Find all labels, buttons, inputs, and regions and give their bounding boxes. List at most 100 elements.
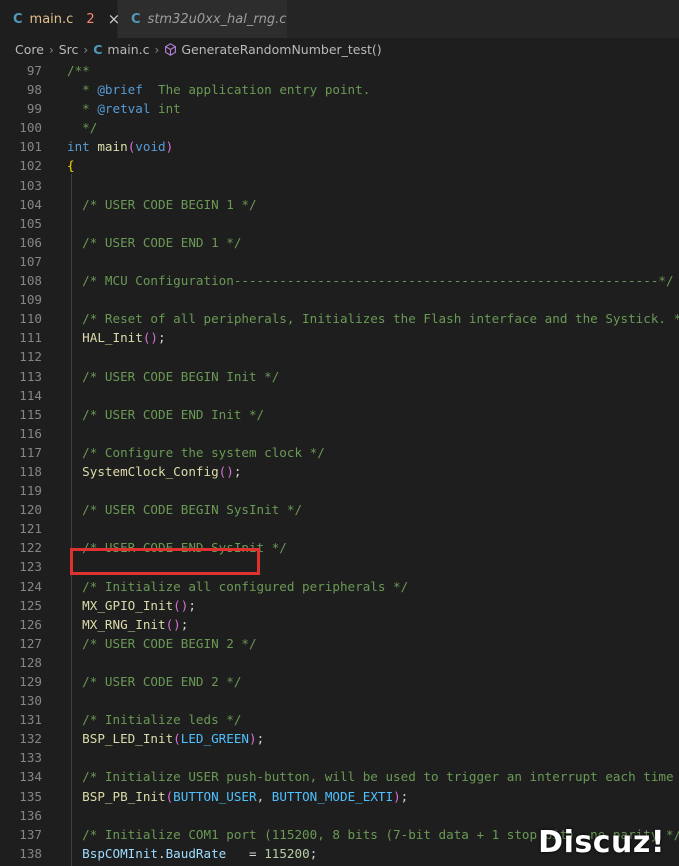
code-line[interactable]: 110 /* Reset of all peripherals, Initial… [0,309,679,328]
code-line[interactable]: 127 /* USER CODE BEGIN 2 */ [0,634,679,653]
line-number: 111 [19,330,42,346]
code-line[interactable]: 109 [0,290,679,309]
code-line[interactable]: 112 [0,347,679,366]
code-text: /* Initialize leds */ [67,710,241,729]
code-line[interactable]: 130 [0,691,679,710]
code-line[interactable]: 101 int main(void) [0,137,679,156]
code-line[interactable]: 111 HAL_Init(); [0,328,679,347]
breadcrumb-item-main-c[interactable]: main.c [107,42,149,57]
code-token: /* USER CODE END Init */ [82,406,265,422]
code-line[interactable]: 118 SystemClock_Config(); [0,462,679,481]
code-text: /* MCU Configuration--------------------… [67,271,673,290]
code-line[interactable]: 135 BSP_PB_Init(BUTTON_USER, BUTTON_MODE… [0,787,679,806]
line-number: 121 [19,521,42,537]
code-line[interactable]: 117 /* Configure the system clock */ [0,443,679,462]
code-line[interactable]: 131 /* Initialize leds */ [0,710,679,729]
code-line[interactable]: 133 [0,748,679,767]
code-token: /* Initialize leds */ [82,712,242,728]
code-line[interactable]: 114 [0,386,679,405]
code-line[interactable]: 119 [0,481,679,500]
code-line[interactable]: 104 /* USER CODE BEGIN 1 */ [0,195,679,214]
breadcrumb-item-core[interactable]: Core [15,42,44,57]
code-line[interactable]: 120 /* USER CODE BEGIN SysInit */ [0,500,679,519]
code-line[interactable]: 124 /* Initialize all configured periphe… [0,577,679,596]
code-token: BaudRate [165,845,227,861]
line-number: 133 [19,750,42,766]
code-line[interactable]: 115 /* USER CODE END Init */ [0,405,679,424]
code-line[interactable]: 125 MX_GPIO_Init(); [0,596,679,615]
code-line[interactable]: 98 * @brief The application entry point. [0,80,679,99]
line-number: 137 [19,826,42,842]
code-line[interactable]: 116 [0,424,679,443]
code-text: /* USER CODE END 1 */ [67,233,241,252]
code-token: ) [249,731,257,747]
chevron-right-icon: › [154,42,160,57]
line-number: 129 [19,674,42,689]
code-text: /* USER CODE BEGIN Init */ [67,367,279,386]
code-editor[interactable]: 97 /** 98 * @brief The application entry p… [0,61,679,866]
code-token: /* Initialize USER push-button, will be … [82,769,674,785]
code-token: ; [256,731,265,747]
line-number: 138 [19,845,42,861]
c-file-icon: C [93,42,103,57]
breadcrumb-item-function[interactable]: GenerateRandomNumber_test() [181,42,381,57]
code-line[interactable]: 113 /* USER CODE BEGIN Init */ [0,367,679,386]
line-number: 115 [19,406,42,422]
code-line[interactable]: 123 [0,557,679,576]
code-text: /** [67,61,90,80]
code-line[interactable]: 100 */ [0,118,679,137]
code-line[interactable]: 129 /* USER CODE END 2 */ [0,672,679,691]
code-text: BspCOMInit.BaudRate = 115200; [67,844,317,863]
code-token: /* USER CODE BEGIN SysInit */ [82,502,303,518]
code-token: { [67,158,75,174]
line-number: 136 [19,807,42,823]
code-line[interactable]: 108 /* MCU Configuration----------------… [0,271,679,290]
code-token: . [158,845,166,861]
code-text: SystemClock_Config(); [67,462,241,481]
code-line[interactable]: 99 * @retval int [0,99,679,118]
code-token: main [97,139,128,155]
line-number: 118 [19,463,42,479]
code-token: ( [173,731,181,747]
tab-main-c[interactable]: C main.c 2 × [0,0,120,38]
code-token: ; [158,330,166,346]
line-number: 123 [19,559,42,575]
code-line[interactable]: 122 /* USER CODE END SysInit */ [0,538,679,557]
line-number: 97 [26,63,42,78]
code-line[interactable]: 102 { [0,156,679,175]
code-line[interactable]: 136 [0,806,679,825]
code-line[interactable]: 106 /* USER CODE END 1 */ [0,233,679,252]
code-line[interactable]: 107 [0,252,679,271]
problems-count-badge: 2 [86,11,95,27]
line-number: 135 [19,788,42,804]
code-line[interactable]: 97 /** [0,61,679,80]
code-line[interactable]: 103 [0,176,679,195]
function-cube-icon [164,43,177,56]
code-line[interactable]: 105 [0,214,679,233]
code-line[interactable]: 132 BSP_LED_Init(LED_GREEN); [0,729,679,748]
line-number: 134 [19,769,42,785]
code-token: = [226,845,265,861]
line-number: 122 [19,540,42,556]
code-line[interactable]: 126 MX_RNG_Init(); [0,615,679,634]
code-line[interactable]: 134 /* Initialize USER push-button, will… [0,767,679,786]
line-number: 99 [26,101,42,117]
code-line[interactable]: 128 [0,653,679,672]
line-number: 126 [19,616,42,632]
tab-stm32u0xx-hal-rng-c[interactable]: C stm32u0xx_hal_rng.c [118,0,288,38]
code-token: int [67,139,90,155]
code-token: /* USER CODE END 1 */ [82,234,242,250]
code-line[interactable]: 121 [0,519,679,538]
breadcrumb-item-src[interactable]: Src [59,42,79,57]
code-token: */ [67,120,98,136]
